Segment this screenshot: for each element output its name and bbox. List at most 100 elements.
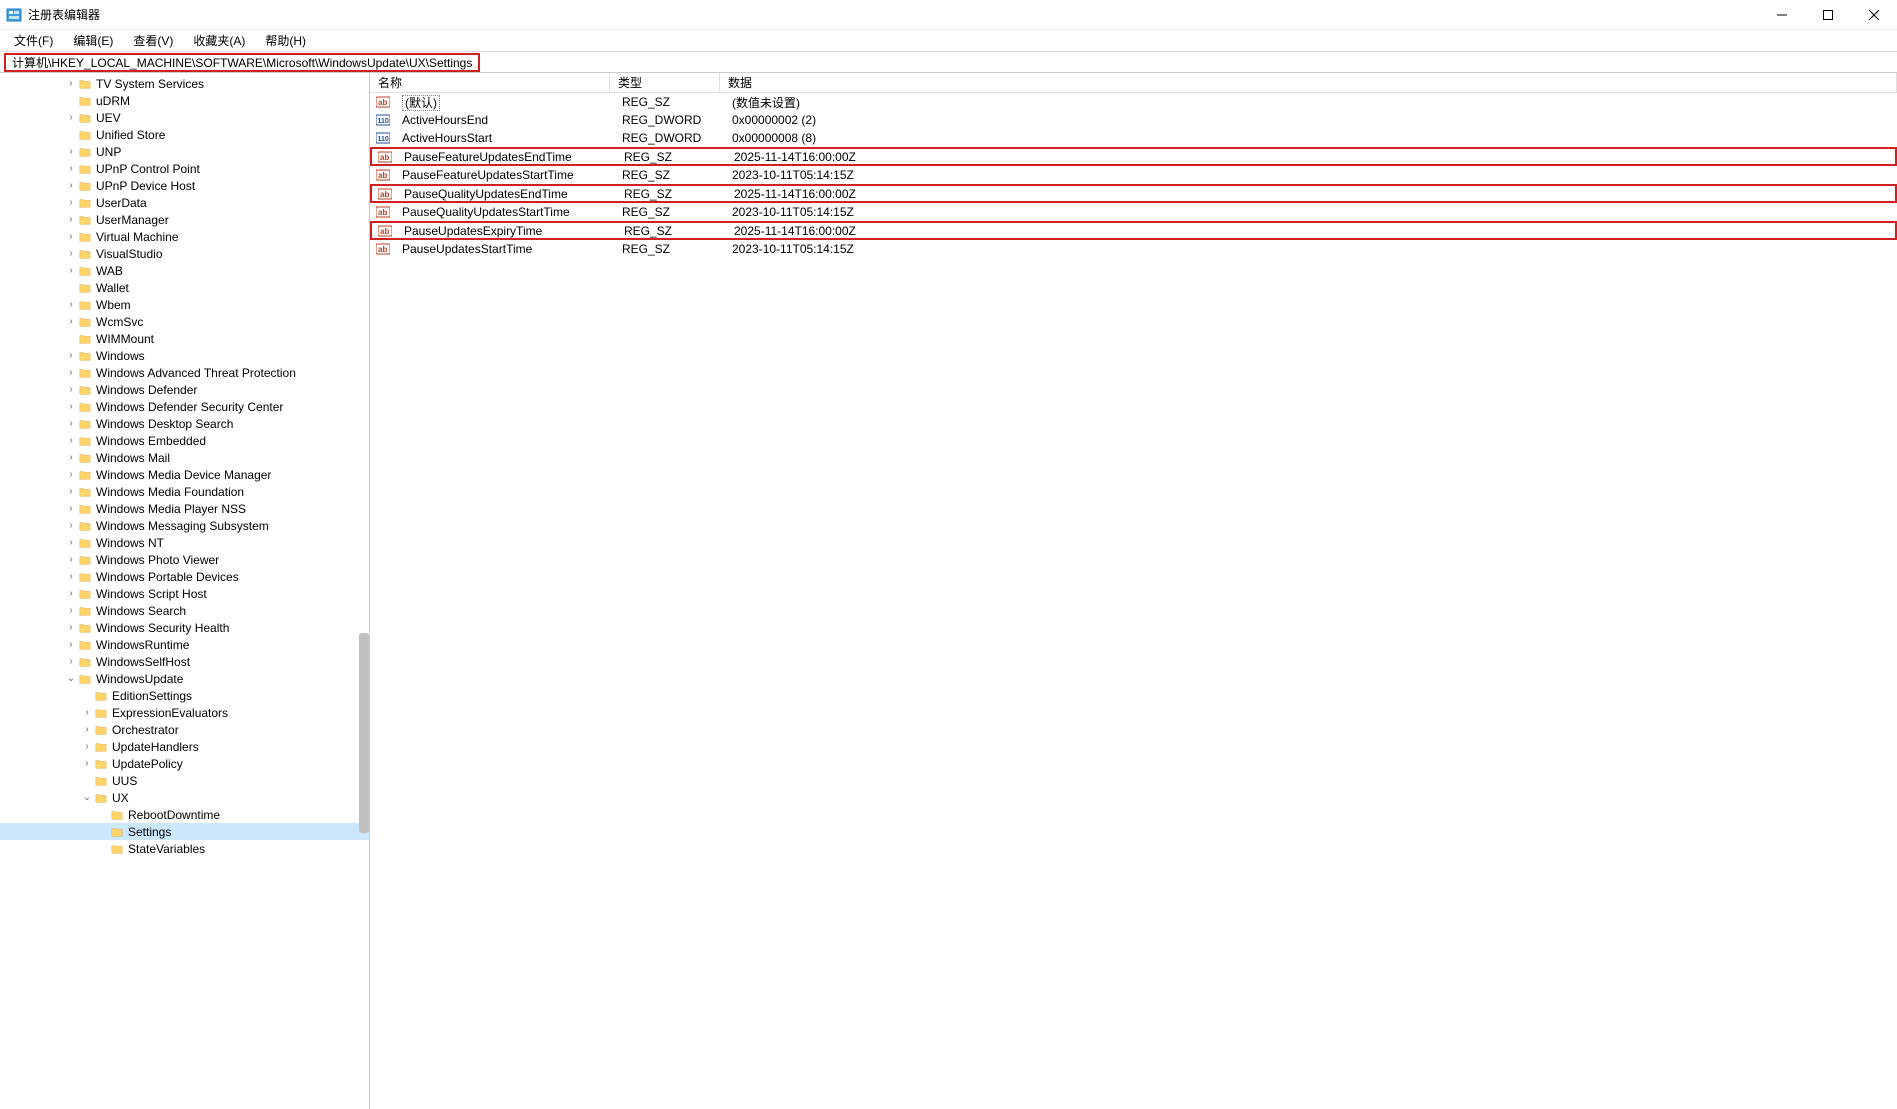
value-row[interactable]: PauseUpdatesStartTimeREG_SZ2023-10-11T05…	[370, 240, 1897, 258]
chevron-right-icon[interactable]: ›	[80, 759, 94, 769]
chevron-right-icon[interactable]: ›	[64, 215, 78, 225]
chevron-right-icon[interactable]: ›	[64, 453, 78, 463]
tree-node[interactable]: ›WindowsSelfHost	[0, 653, 369, 670]
tree-node[interactable]: WIMMount	[0, 330, 369, 347]
tree-node[interactable]: ›Windows Mail	[0, 449, 369, 466]
chevron-right-icon[interactable]: ›	[64, 402, 78, 412]
tree-node[interactable]: RebootDowntime	[0, 806, 369, 823]
tree-node[interactable]: Unified Store	[0, 126, 369, 143]
chevron-right-icon[interactable]: ›	[64, 232, 78, 242]
chevron-right-icon[interactable]: ›	[64, 555, 78, 565]
value-row[interactable]: PauseQualityUpdatesStartTimeREG_SZ2023-1…	[370, 203, 1897, 221]
tree-node[interactable]: ›TV System Services	[0, 75, 369, 92]
chevron-right-icon[interactable]: ›	[64, 79, 78, 89]
chevron-right-icon[interactable]: ›	[64, 368, 78, 378]
col-type[interactable]: 类型	[610, 73, 720, 93]
tree-node[interactable]: ›Windows Embedded	[0, 432, 369, 449]
chevron-right-icon[interactable]: ›	[64, 385, 78, 395]
value-row[interactable]: PauseQualityUpdatesEndTimeREG_SZ2025-11-…	[370, 184, 1897, 203]
tree-node[interactable]: ⌄UX	[0, 789, 369, 806]
maximize-button[interactable]	[1805, 0, 1851, 30]
chevron-right-icon[interactable]: ›	[64, 249, 78, 259]
tree-node[interactable]: ›Windows Media Player NSS	[0, 500, 369, 517]
tree-node[interactable]: ›Orchestrator	[0, 721, 369, 738]
tree-node[interactable]: ›UpdatePolicy	[0, 755, 369, 772]
tree-pane[interactable]: ›TV System ServicesuDRM›UEVUnified Store…	[0, 73, 370, 1109]
value-row[interactable]: ActiveHoursStartREG_DWORD0x00000008 (8)	[370, 129, 1897, 147]
chevron-right-icon[interactable]: ›	[64, 113, 78, 123]
minimize-button[interactable]	[1759, 0, 1805, 30]
tree-node[interactable]: ›UpdateHandlers	[0, 738, 369, 755]
menu-favorites[interactable]: 收藏夹(A)	[183, 30, 255, 51]
tree-node[interactable]: ›Windows Script Host	[0, 585, 369, 602]
value-row[interactable]: PauseFeatureUpdatesStartTimeREG_SZ2023-1…	[370, 166, 1897, 184]
chevron-right-icon[interactable]: ›	[64, 351, 78, 361]
chevron-right-icon[interactable]: ›	[64, 198, 78, 208]
chevron-right-icon[interactable]: ›	[64, 436, 78, 446]
chevron-right-icon[interactable]: ›	[64, 470, 78, 480]
chevron-right-icon[interactable]: ›	[64, 657, 78, 667]
chevron-right-icon[interactable]: ›	[64, 266, 78, 276]
chevron-right-icon[interactable]: ›	[64, 181, 78, 191]
col-name[interactable]: 名称	[370, 73, 610, 93]
tree-node[interactable]: ›Windows Media Foundation	[0, 483, 369, 500]
tree-node[interactable]: ›Windows Search	[0, 602, 369, 619]
value-row[interactable]: (默认)REG_SZ(数值未设置)	[370, 93, 1897, 111]
chevron-right-icon[interactable]: ›	[80, 725, 94, 735]
chevron-right-icon[interactable]: ›	[64, 317, 78, 327]
chevron-down-icon[interactable]: ⌄	[80, 793, 94, 803]
menu-help[interactable]: 帮助(H)	[255, 30, 316, 51]
chevron-down-icon[interactable]: ⌄	[64, 674, 78, 684]
tree-node[interactable]: ›Windows Portable Devices	[0, 568, 369, 585]
chevron-right-icon[interactable]: ›	[64, 623, 78, 633]
tree-node[interactable]: ›Windows Defender Security Center	[0, 398, 369, 415]
tree-node[interactable]: ›Windows	[0, 347, 369, 364]
values-pane[interactable]: 名称 类型 数据 (默认)REG_SZ(数值未设置)ActiveHoursEnd…	[370, 73, 1897, 1109]
chevron-right-icon[interactable]: ›	[64, 147, 78, 157]
tree-node[interactable]: ›VisualStudio	[0, 245, 369, 262]
tree-node[interactable]: ›UNP	[0, 143, 369, 160]
chevron-right-icon[interactable]: ›	[64, 504, 78, 514]
chevron-right-icon[interactable]: ›	[64, 538, 78, 548]
chevron-right-icon[interactable]: ›	[80, 708, 94, 718]
chevron-right-icon[interactable]: ›	[80, 742, 94, 752]
tree-node[interactable]: UUS	[0, 772, 369, 789]
tree-node[interactable]: ›Windows Desktop Search	[0, 415, 369, 432]
tree-node[interactable]: StateVariables	[0, 840, 369, 857]
menu-file[interactable]: 文件(F)	[4, 30, 63, 51]
registry-tree[interactable]: ›TV System ServicesuDRM›UEVUnified Store…	[0, 73, 369, 859]
chevron-right-icon[interactable]: ›	[64, 521, 78, 531]
tree-node[interactable]: ›WindowsRuntime	[0, 636, 369, 653]
tree-node[interactable]: uDRM	[0, 92, 369, 109]
chevron-right-icon[interactable]: ›	[64, 589, 78, 599]
address-path[interactable]: 计算机\HKEY_LOCAL_MACHINE\SOFTWARE\Microsof…	[4, 53, 480, 72]
address-bar[interactable]: 计算机\HKEY_LOCAL_MACHINE\SOFTWARE\Microsof…	[0, 52, 1897, 73]
tree-scrollbar[interactable]	[359, 633, 369, 833]
tree-node[interactable]: ›Wbem	[0, 296, 369, 313]
tree-node[interactable]: ›Windows Photo Viewer	[0, 551, 369, 568]
chevron-right-icon[interactable]: ›	[64, 640, 78, 650]
chevron-right-icon[interactable]: ›	[64, 487, 78, 497]
value-row[interactable]: PauseUpdatesExpiryTimeREG_SZ2025-11-14T1…	[370, 221, 1897, 240]
col-data[interactable]: 数据	[720, 73, 1897, 93]
tree-node[interactable]: Settings	[0, 823, 369, 840]
tree-node[interactable]: ›UserManager	[0, 211, 369, 228]
tree-node[interactable]: ›WAB	[0, 262, 369, 279]
tree-node[interactable]: ›UPnP Device Host	[0, 177, 369, 194]
tree-node[interactable]: ›Windows Media Device Manager	[0, 466, 369, 483]
tree-node[interactable]: ›Windows Messaging Subsystem	[0, 517, 369, 534]
tree-node[interactable]: ›Windows Security Health	[0, 619, 369, 636]
chevron-right-icon[interactable]: ›	[64, 572, 78, 582]
tree-node[interactable]: ⌄WindowsUpdate	[0, 670, 369, 687]
tree-node[interactable]: ›Windows NT	[0, 534, 369, 551]
tree-node[interactable]: ›UserData	[0, 194, 369, 211]
tree-node[interactable]: EditionSettings	[0, 687, 369, 704]
tree-node[interactable]: ›Virtual Machine	[0, 228, 369, 245]
value-row[interactable]: ActiveHoursEndREG_DWORD0x00000002 (2)	[370, 111, 1897, 129]
tree-node[interactable]: ›Windows Advanced Threat Protection	[0, 364, 369, 381]
chevron-right-icon[interactable]: ›	[64, 606, 78, 616]
tree-node[interactable]: ›Windows Defender	[0, 381, 369, 398]
chevron-right-icon[interactable]: ›	[64, 164, 78, 174]
menu-edit[interactable]: 编辑(E)	[63, 30, 123, 51]
chevron-right-icon[interactable]: ›	[64, 419, 78, 429]
